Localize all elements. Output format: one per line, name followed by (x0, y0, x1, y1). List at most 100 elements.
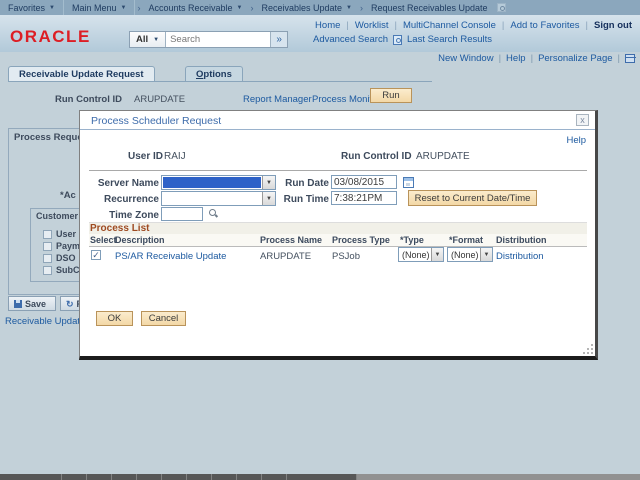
nav-separator: | (394, 20, 396, 31)
tab-label: Receivable Update Request (19, 69, 144, 80)
tab-receivable-update-request[interactable]: Receivable Update Request (8, 66, 155, 81)
lookup-icon[interactable] (208, 208, 219, 219)
pagebar-separator: | (499, 53, 501, 64)
breadcrumb-search-icon[interactable] (497, 3, 506, 12)
worklist-link[interactable]: Worklist (355, 20, 389, 31)
distribution-link[interactable]: Distribution (496, 251, 544, 262)
process-list-title: Process List (90, 223, 149, 234)
search-submit-button[interactable]: » (270, 32, 287, 47)
favorites-menu[interactable]: Favorites ▼ (0, 0, 64, 15)
chevron-down-icon[interactable]: ▼ (480, 248, 492, 261)
user-id-label: User ID (128, 151, 163, 162)
checkbox-label: SubC (56, 265, 80, 275)
main-menu[interactable]: Main Menu ▼ (64, 0, 135, 15)
time-zone-label: Time Zone (89, 210, 159, 221)
history-option-row: DSO (43, 253, 76, 263)
run-button[interactable]: Run (370, 88, 412, 103)
format-select[interactable]: (None) ▼ (447, 247, 493, 262)
history-option-row: SubC (43, 265, 80, 275)
run-time-input[interactable] (331, 191, 397, 205)
search-scope-value: All (136, 34, 148, 45)
resize-grip-icon[interactable] (584, 345, 593, 354)
type-select[interactable]: (None) ▼ (398, 247, 444, 262)
pagebar-separator: | (618, 53, 620, 64)
tab-options[interactable]: Options (185, 66, 243, 81)
search-scope-select[interactable]: All ▼ (130, 32, 166, 47)
dropdown-caret-icon: ▼ (121, 5, 127, 11)
process-description-link[interactable]: PS/AR Receivable Update (115, 251, 226, 262)
process-select-checkbox[interactable]: ✓ (91, 250, 101, 260)
taskbar-window-button[interactable] (62, 474, 87, 480)
help-link[interactable]: Help (506, 53, 526, 64)
last-search-results-icon (393, 35, 402, 45)
pagebar-separator: | (531, 53, 533, 64)
dropdown-caret-icon: ▼ (49, 5, 55, 11)
taskbar-window-button[interactable] (262, 474, 287, 480)
dialog-run-control-id-value: ARUPDATE (416, 151, 470, 162)
taskbar-window-button[interactable] (0, 474, 62, 480)
search-input[interactable] (166, 32, 270, 47)
user-checkbox[interactable] (43, 230, 52, 239)
taskbar (0, 474, 640, 480)
taskbar-window-button[interactable] (187, 474, 212, 480)
recurrence-label: Recurrence (89, 194, 159, 205)
taskbar-window-button[interactable] (237, 474, 262, 480)
advanced-search-link[interactable]: Advanced Search (313, 34, 388, 45)
home-link[interactable]: Home (315, 20, 340, 31)
breadcrumb-receivables-update[interactable]: Receivables Update ▼ (255, 3, 358, 13)
dialog-titlebar: Process Scheduler Request x (80, 111, 595, 130)
close-icon[interactable]: x (576, 114, 589, 126)
oracle-logo: ORACLE (10, 27, 91, 47)
run-date-input[interactable] (331, 175, 397, 189)
subcustomer-checkbox[interactable] (43, 266, 52, 275)
taskbar-window-button[interactable] (87, 474, 112, 480)
dialog-help-link[interactable]: Help (566, 135, 586, 146)
page-bar: New Window | Help | Personalize Page | (438, 53, 635, 64)
breadcrumb-accounts-receivable[interactable]: Accounts Receivable ▼ (142, 3, 248, 13)
type-select-value: (None) (402, 250, 430, 260)
tab-label: Options (196, 69, 232, 80)
dso-checkbox[interactable] (43, 254, 52, 263)
col-distribution: Distribution (496, 235, 547, 245)
multichannel-console-link[interactable]: MultiChannel Console (403, 20, 496, 31)
personalize-page-link[interactable]: Personalize Page (538, 53, 612, 64)
save-button[interactable]: Save (8, 296, 56, 311)
dialog-divider (89, 170, 587, 171)
time-zone-input[interactable] (161, 207, 203, 221)
personalize-page-icon[interactable] (625, 54, 635, 63)
sign-out-link[interactable]: Sign out (594, 20, 632, 31)
taskbar-window-button[interactable] (162, 474, 187, 480)
save-icon (14, 300, 22, 308)
header: ORACLE Home | Worklist | MultiChannel Co… (0, 15, 640, 52)
col-description: Description (115, 235, 165, 245)
search-submit-icon: » (276, 34, 282, 45)
dialog-title: Process Scheduler Request (91, 115, 221, 127)
taskbar-window-button[interactable] (287, 474, 357, 480)
breadcrumb-label: Receivables Update (261, 3, 342, 13)
col-process-name: Process Name (260, 235, 322, 245)
app-window: Favorites ▼ Main Menu ▼ › Accounts Recei… (0, 0, 640, 480)
col-process-type: Process Type (332, 235, 390, 245)
last-search-results-link[interactable]: Last Search Results (407, 34, 492, 45)
col-format: *Format (449, 235, 483, 245)
taskbar-window-button[interactable] (137, 474, 162, 480)
breadcrumb-request-receivables-update[interactable]: Request Receivables Update (365, 3, 494, 13)
search-widget: All ▼ » (129, 31, 288, 48)
process-type-value: PSJob (332, 251, 360, 262)
cancel-button[interactable]: Cancel (141, 311, 186, 326)
chevron-down-icon[interactable]: ▼ (431, 248, 443, 261)
reset-to-current-datetime-button[interactable]: Reset to Current Date/Time (408, 190, 537, 206)
breadcrumb-label: Accounts Receivable (148, 3, 232, 13)
add-to-favorites-link[interactable]: Add to Favorites (510, 20, 579, 31)
calendar-icon[interactable] (403, 177, 414, 188)
col-type: *Type (400, 235, 424, 245)
run-date-label: Run Date (259, 178, 329, 189)
report-manager-link[interactable]: Report Manager (243, 94, 312, 105)
new-window-link[interactable]: New Window (438, 53, 493, 64)
taskbar-window-button[interactable] (112, 474, 137, 480)
payment-checkbox[interactable] (43, 242, 52, 251)
ok-button[interactable]: OK (96, 311, 133, 326)
favorites-label: Favorites (8, 3, 45, 13)
user-id-value: RAIJ (164, 151, 186, 162)
taskbar-window-button[interactable] (212, 474, 237, 480)
